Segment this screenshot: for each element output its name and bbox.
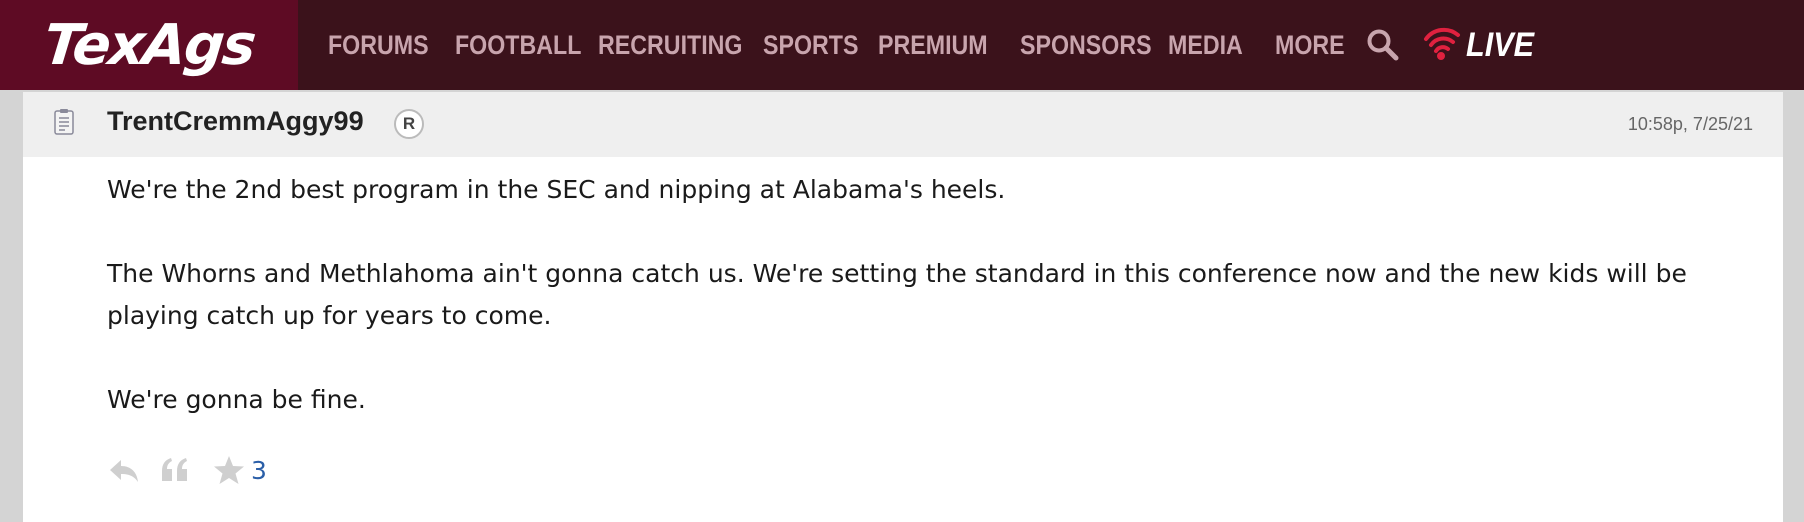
- post-header: TrentCremmAggy99 R 10:58p, 7/25/21: [23, 92, 1783, 157]
- site-logo-text: TexAgs: [40, 12, 258, 78]
- post-username[interactable]: TrentCremmAggy99: [107, 106, 364, 137]
- star-icon[interactable]: [213, 455, 245, 485]
- post-paragraph: The Whorns and Methlahoma ain't gonna ca…: [107, 259, 1687, 330]
- star-count[interactable]: 3: [251, 456, 267, 485]
- quote-icon[interactable]: [159, 455, 191, 485]
- forum-post: TrentCremmAggy99 R 10:58p, 7/25/21 We're…: [23, 92, 1783, 522]
- post-timestamp[interactable]: 10:58p, 7/25/21: [1628, 114, 1753, 135]
- nav-item-sponsors[interactable]: SPONSORS: [1020, 30, 1152, 61]
- nav-item-recruiting[interactable]: RECRUITING: [598, 30, 742, 61]
- main-nav: FORUMS FOOTBALL RECRUITING SPORTS PREMIU…: [328, 0, 1542, 90]
- nav-item-football[interactable]: FOOTBALL: [455, 30, 581, 61]
- post-paragraph: We're gonna be fine.: [107, 385, 366, 414]
- nav-item-media[interactable]: MEDIA: [1168, 30, 1243, 61]
- nav-item-premium[interactable]: PREMIUM: [878, 30, 988, 61]
- search-icon[interactable]: [1366, 28, 1400, 62]
- nav-item-forums[interactable]: FORUMS: [328, 30, 429, 61]
- post-body: We're the 2nd best program in the SEC an…: [107, 169, 1757, 421]
- user-rank-badge: R: [394, 109, 424, 139]
- wifi-icon: [1422, 25, 1462, 65]
- nav-item-more[interactable]: MORE: [1275, 30, 1345, 61]
- nav-item-sports[interactable]: SPORTS: [763, 30, 858, 61]
- top-navigation-bar: TexAgs FORUMS FOOTBALL RECRUITING SPORTS…: [0, 0, 1804, 90]
- post-actions: 3: [107, 455, 267, 485]
- live-button[interactable]: LIVE: [1422, 25, 1542, 65]
- post-paragraph: We're the 2nd best program in the SEC an…: [107, 175, 1006, 204]
- site-logo[interactable]: TexAgs: [0, 0, 298, 90]
- live-label: LIVE: [1466, 25, 1535, 64]
- post-icon: [53, 108, 75, 136]
- reply-icon[interactable]: [107, 455, 141, 485]
